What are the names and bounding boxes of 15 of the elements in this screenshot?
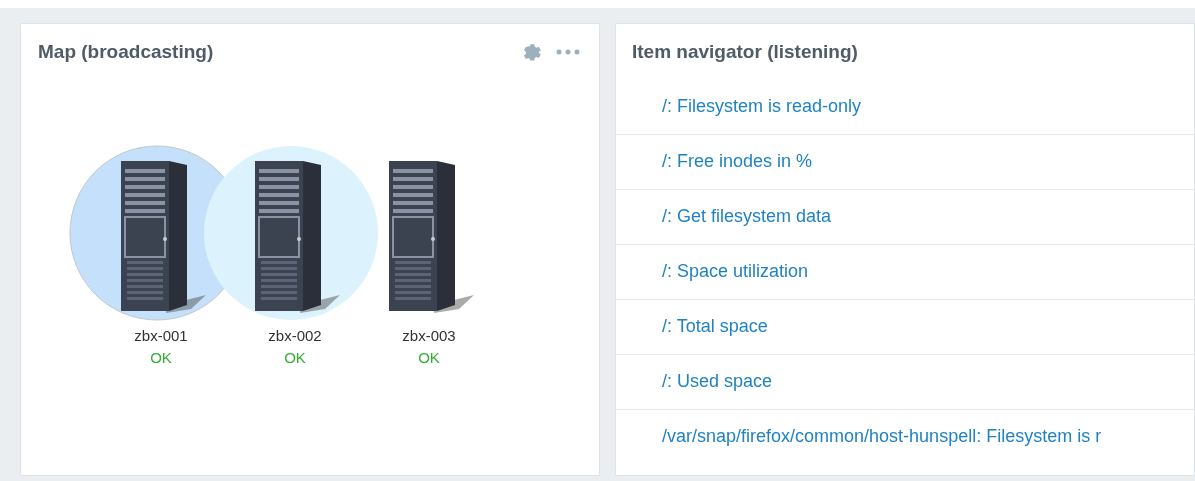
item-link[interactable]: /: Total space — [662, 313, 768, 340]
item-link[interactable]: /: Get filesystem data — [662, 203, 832, 230]
widget-title: Map (broadcasting) — [38, 40, 214, 64]
item-link[interactable]: /: Filesystem is read-only — [662, 92, 862, 120]
item-link[interactable]: /: Space utilization — [662, 258, 809, 285]
item-link[interactable]: /: Used space — [662, 368, 773, 395]
item-link[interactable]: /: Free inodes in % — [662, 148, 813, 175]
widget-title: Item navigator (listening) — [631, 40, 859, 64]
item-link[interactable]: /var/snap/firefox/common/host-hunspell: Filesystem is r — [662, 423, 1102, 450]
host-name: zbx-001 — [134, 325, 188, 346]
host-status: OK — [418, 348, 440, 368]
host-status: OK — [150, 348, 172, 368]
host-name: zbx-002 — [268, 325, 322, 346]
host-status: OK — [284, 348, 306, 368]
host-name: zbx-003 — [402, 325, 456, 346]
